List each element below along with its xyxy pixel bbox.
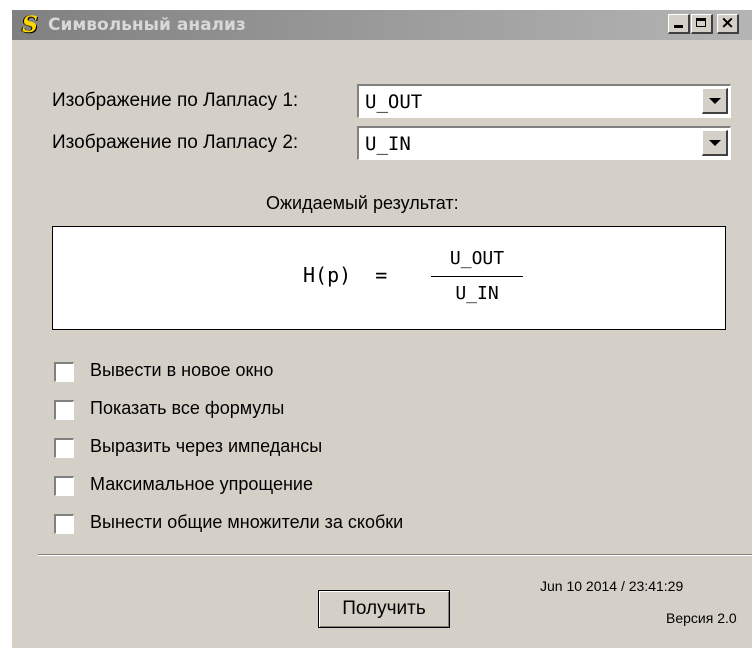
- separator: [38, 554, 752, 556]
- formula-preview: H(p) = U_OUT U_IN: [52, 226, 726, 330]
- laplace-2-label: Изображение по Лапласу 2:: [52, 132, 299, 153]
- option-show-formulas-checkbox[interactable]: [54, 400, 74, 420]
- laplace-1-dropdown-button[interactable]: [702, 88, 728, 114]
- formula-fraction: U_OUT U_IN: [431, 245, 523, 308]
- build-date: Jun 10 2014 / 23:41:29: [540, 578, 684, 594]
- title-bar[interactable]: S Символьный анализ ×: [12, 10, 752, 40]
- option-factor-out-label[interactable]: Вынести общие множители за скобки: [90, 512, 403, 533]
- maximize-icon: [696, 18, 706, 27]
- option-impedances-checkbox[interactable]: [54, 438, 74, 458]
- option-max-simplify-label[interactable]: Максимальное упрощение: [90, 474, 313, 495]
- minimize-button[interactable]: [668, 14, 690, 34]
- formula-lhs: H(p) =: [303, 263, 387, 287]
- laplace-2-dropdown-button[interactable]: [702, 130, 728, 156]
- laplace-1-select[interactable]: U_OUT: [357, 84, 731, 118]
- laplace-2-select[interactable]: U_IN: [357, 126, 731, 160]
- option-new-window-checkbox[interactable]: [54, 362, 74, 382]
- window-title: Символьный анализ: [48, 15, 246, 35]
- minimize-icon: [674, 25, 683, 28]
- formula-equals: =: [375, 263, 388, 287]
- laplace-2-value: U_IN: [365, 133, 411, 155]
- option-new-window-label[interactable]: Вывести в новое окно: [90, 360, 273, 381]
- close-icon: ×: [720, 13, 735, 33]
- symbolic-analysis-window: S Символьный анализ × Изображение по Лап…: [10, 8, 752, 648]
- get-button[interactable]: Получить: [318, 590, 450, 628]
- option-show-formulas-label[interactable]: Показать все формулы: [90, 398, 284, 419]
- option-factor-out-checkbox[interactable]: [54, 514, 74, 534]
- version-label: Версия 2.0: [666, 610, 737, 626]
- laplace-1-label: Изображение по Лапласу 1:: [52, 90, 299, 111]
- expected-result-label: Ожидаемый результат:: [266, 193, 459, 213]
- option-impedances-label[interactable]: Выразить через импедансы: [90, 436, 322, 457]
- formula-function: H(p): [303, 263, 352, 287]
- chevron-down-icon: [709, 140, 721, 146]
- option-max-simplify-checkbox[interactable]: [54, 476, 74, 496]
- formula-denominator: U_IN: [455, 283, 499, 304]
- formula-numerator: U_OUT: [449, 248, 505, 269]
- chevron-down-icon: [709, 98, 721, 104]
- app-icon: S: [22, 12, 38, 38]
- maximize-button[interactable]: [691, 14, 713, 34]
- fraction-bar: [431, 276, 523, 277]
- laplace-1-value: U_OUT: [365, 91, 423, 113]
- close-button[interactable]: ×: [717, 13, 739, 34]
